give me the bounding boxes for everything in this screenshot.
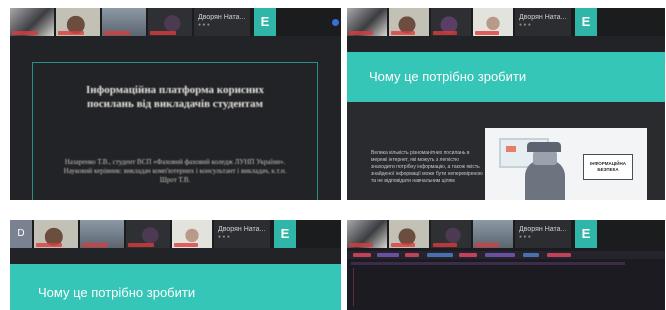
participant-name: Дворян Ната... (198, 14, 246, 21)
participant-video[interactable] (102, 8, 146, 36)
participant-initial-e[interactable]: E (575, 220, 597, 248)
participant-video[interactable] (10, 8, 54, 36)
participant-video[interactable] (389, 8, 429, 36)
participant-initial-d[interactable]: D (10, 220, 32, 248)
video-panel-3: D Дворян Ната... ● ● ● E Чому це потрібн… (10, 220, 341, 310)
participant-video[interactable] (347, 8, 387, 36)
video-panel-2: Дворян Ната... ● ● ● E Чому це потрібно … (347, 8, 665, 200)
slide-heading: Чому це потрібно зробити (38, 285, 196, 300)
participant-name: Дворян Ната... (519, 226, 567, 233)
participant-name-tile[interactable]: Дворян Ната... ● ● ● (515, 8, 571, 36)
editor-toolbar (347, 251, 665, 259)
participant-name: Дворян Ната... (218, 226, 266, 233)
participant-name-tile[interactable]: Дворян Ната... ● ● ● (515, 220, 571, 248)
slide-frame: Інформаційна платформа корисних посилань… (32, 62, 318, 200)
shared-screen-editor (347, 248, 665, 310)
slide-body: Велика кількість різноманітних посилань … (347, 102, 665, 200)
editor-gutter (353, 268, 354, 306)
spy-icon (525, 160, 565, 200)
more-icon: ● ● ● (198, 22, 210, 28)
editor-line (351, 262, 625, 265)
participant-video[interactable] (431, 8, 471, 36)
slide-heading: Чому це потрібно зробити (369, 69, 527, 84)
participant-video[interactable] (56, 8, 100, 36)
video-panel-1: Дворян Ната... ● ● ● E Інформаційна плат… (10, 8, 341, 200)
participant-name: Дворян Ната... (519, 14, 567, 21)
participant-initial-e[interactable]: E (575, 8, 597, 36)
participant-strip: Дворян Ната... ● ● ● E (10, 8, 341, 36)
participant-name-tile[interactable]: Дворян Ната... ● ● ● (194, 8, 250, 36)
participant-video[interactable] (431, 220, 471, 248)
slide-title: Інформаційна платформа корисних посилань… (86, 84, 264, 110)
participant-video[interactable] (80, 220, 124, 248)
participant-strip: Дворян Ната... ● ● ● E (347, 220, 665, 248)
more-icon: ● ● ● (218, 234, 230, 240)
info-security-badge: ІНФОРМАЦІЙНА БЕЗПЕКА (583, 154, 633, 180)
participant-video[interactable] (347, 220, 387, 248)
participant-video[interactable] (34, 220, 78, 248)
slide-authors: Назаренко Т.В., студент ВСП «Фаховий фах… (63, 158, 287, 184)
more-icon: ● ● ● (519, 22, 531, 28)
slide-heading-banner: Чому це потрібно зробити (347, 52, 665, 102)
participant-video[interactable] (389, 220, 429, 248)
slide-paragraph: Велика кількість різноманітних посилань … (371, 150, 483, 184)
slide-heading-banner: Чому це потрібно зробити (10, 264, 341, 310)
participant-video[interactable] (473, 220, 513, 248)
participant-name-tile[interactable]: Дворян Ната... ● ● ● (214, 220, 270, 248)
participant-video[interactable] (148, 8, 192, 36)
spy-illustration: ІНФОРМАЦІЙНА БЕЗПЕКА (485, 128, 647, 200)
participant-video[interactable] (473, 8, 513, 36)
more-icon: ● ● ● (519, 234, 531, 240)
participant-strip: D Дворян Ната... ● ● ● E (10, 220, 341, 248)
participant-strip: Дворян Ната... ● ● ● E (347, 8, 665, 36)
status-dot-icon (332, 19, 339, 26)
participant-initial-e[interactable]: E (254, 8, 276, 36)
participant-video[interactable] (126, 220, 170, 248)
video-panel-4: Дворян Ната... ● ● ● E (347, 220, 665, 310)
participant-video[interactable] (172, 220, 212, 248)
participant-initial-e[interactable]: E (274, 220, 296, 248)
